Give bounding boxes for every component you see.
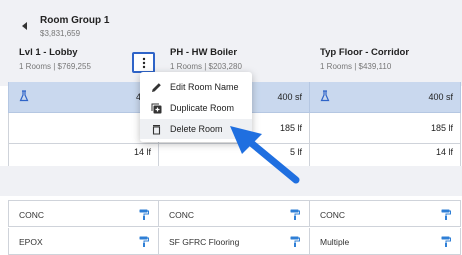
column-subtitle: 1 Rooms | $439,110: [320, 62, 392, 71]
paint-roller-icon[interactable]: [139, 236, 149, 247]
material-name: CONC: [19, 210, 45, 220]
annotation-arrow-icon: [230, 126, 300, 184]
material-cell[interactable]: Multiple: [310, 228, 461, 255]
material-cell[interactable]: CONC: [159, 200, 310, 227]
material-name: CONC: [169, 210, 195, 220]
column-subtitle: 1 Rooms | $203,280: [170, 62, 242, 71]
table-cell[interactable]: 14 lf: [8, 137, 159, 168]
paint-roller-icon[interactable]: [139, 209, 149, 220]
collapse-triangle-icon[interactable]: [20, 21, 30, 31]
paint-roller-icon[interactable]: [441, 209, 451, 220]
column-header-boiler: PH - HW Boiler 1 Rooms | $203,280: [170, 47, 318, 71]
flask-icon: [19, 90, 29, 102]
column-header-corridor: Typ Floor - Corridor 1 Rooms | $439,110: [320, 47, 462, 71]
room-options-button[interactable]: [132, 52, 155, 73]
material-name: Multiple: [320, 237, 350, 247]
material-cell[interactable]: CONC: [8, 200, 159, 227]
kebab-menu-icon: [142, 57, 145, 68]
cell-value: 14 lf: [435, 147, 453, 157]
cell-value: 400 sf: [428, 92, 453, 102]
trash-icon: [152, 124, 161, 135]
paint-roller-icon[interactable]: [290, 236, 300, 247]
pencil-icon: [152, 82, 161, 92]
cell-value: 400 sf: [277, 92, 302, 102]
material-cell[interactable]: EPOX: [8, 228, 159, 255]
column-title: Typ Floor - Corridor: [320, 47, 410, 58]
table-cell[interactable]: 400 sf: [310, 82, 461, 113]
column-title: PH - HW Boiler: [170, 47, 238, 58]
room-group-name: Room Group 1: [40, 15, 110, 26]
material-name: SF GFRC Flooring: [169, 237, 240, 247]
paint-roller-icon[interactable]: [290, 209, 300, 220]
material-row[interactable]: CONC CONC CONC: [8, 200, 462, 227]
table-cell[interactable]: 14 lf: [310, 137, 461, 168]
table-cell[interactable]: 400: [8, 82, 159, 113]
menu-item-label: Delete Room: [170, 124, 223, 134]
paint-roller-icon[interactable]: [441, 236, 451, 247]
cell-value: 14 lf: [133, 147, 151, 157]
flask-icon: [320, 90, 330, 102]
menu-item-duplicate-room[interactable]: Duplicate Room: [140, 98, 252, 118]
menu-item-label: Duplicate Room: [170, 103, 235, 113]
room-group-total: $3,831,659: [40, 29, 81, 38]
menu-item-label: Edit Room Name: [170, 82, 239, 92]
menu-item-edit-room-name[interactable]: Edit Room Name: [140, 77, 252, 97]
cell-value: 185 lf: [430, 123, 453, 133]
material-cell[interactable]: CONC: [310, 200, 461, 227]
material-cell[interactable]: SF GFRC Flooring: [159, 228, 310, 255]
material-name: EPOX: [19, 237, 43, 247]
material-row[interactable]: EPOX SF GFRC Flooring Multiple: [8, 228, 462, 255]
duplicate-icon: [151, 103, 162, 113]
material-name: CONC: [320, 210, 346, 220]
